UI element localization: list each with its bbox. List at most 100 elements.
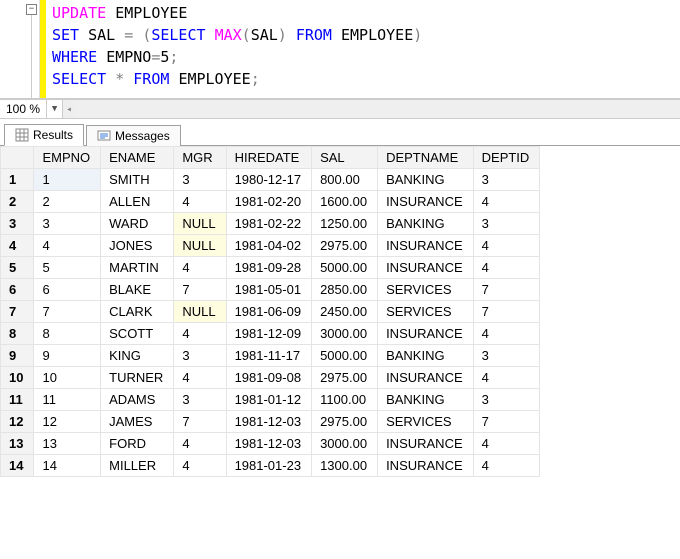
- code-area[interactable]: UPDATE EMPLOYEESET SAL = (SELECT MAX(SAL…: [46, 0, 428, 98]
- cell[interactable]: 5000.00: [312, 345, 378, 367]
- cell[interactable]: SERVICES: [378, 301, 474, 323]
- cell[interactable]: 2850.00: [312, 279, 378, 301]
- cell[interactable]: NULL: [174, 301, 226, 323]
- cell[interactable]: 7: [473, 279, 540, 301]
- cell[interactable]: BANKING: [378, 213, 474, 235]
- cell[interactable]: FORD: [101, 433, 174, 455]
- cell[interactable]: 1981-06-09: [226, 301, 312, 323]
- cell[interactable]: 4: [174, 455, 226, 477]
- cell[interactable]: KING: [101, 345, 174, 367]
- cell[interactable]: 4: [174, 367, 226, 389]
- cell[interactable]: 4: [473, 323, 540, 345]
- cell[interactable]: SMITH: [101, 169, 174, 191]
- row-header[interactable]: 11: [1, 389, 34, 411]
- cell[interactable]: JONES: [101, 235, 174, 257]
- cell[interactable]: 12: [34, 411, 101, 433]
- cell[interactable]: 1981-02-22: [226, 213, 312, 235]
- cell[interactable]: 1300.00: [312, 455, 378, 477]
- cell[interactable]: JAMES: [101, 411, 174, 433]
- cell[interactable]: 4: [174, 257, 226, 279]
- cell[interactable]: 1981-05-01: [226, 279, 312, 301]
- cell[interactable]: 3000.00: [312, 323, 378, 345]
- cell[interactable]: 1100.00: [312, 389, 378, 411]
- cell[interactable]: BANKING: [378, 169, 474, 191]
- cell[interactable]: 1981-12-03: [226, 411, 312, 433]
- cell[interactable]: NULL: [174, 235, 226, 257]
- cell[interactable]: 1981-09-08: [226, 367, 312, 389]
- cell[interactable]: 1981-11-17: [226, 345, 312, 367]
- cell[interactable]: TURNER: [101, 367, 174, 389]
- row-header[interactable]: 10: [1, 367, 34, 389]
- row-header[interactable]: 13: [1, 433, 34, 455]
- table-row[interactable]: 1414MILLER41981-01-231300.00INSURANCE4: [1, 455, 540, 477]
- table-row[interactable]: 11SMITH31980-12-17800.00BANKING3: [1, 169, 540, 191]
- fold-toggle-icon[interactable]: −: [26, 4, 37, 15]
- cell[interactable]: BANKING: [378, 345, 474, 367]
- row-header[interactable]: 8: [1, 323, 34, 345]
- row-header[interactable]: 3: [1, 213, 34, 235]
- table-row[interactable]: 22ALLEN41981-02-201600.00INSURANCE4: [1, 191, 540, 213]
- cell[interactable]: INSURANCE: [378, 191, 474, 213]
- table-row[interactable]: 33WARDNULL1981-02-221250.00BANKING3: [1, 213, 540, 235]
- cell[interactable]: 4: [473, 191, 540, 213]
- row-header[interactable]: 2: [1, 191, 34, 213]
- table-row[interactable]: 1111ADAMS31981-01-121100.00BANKING3: [1, 389, 540, 411]
- table-row[interactable]: 1212JAMES71981-12-032975.00SERVICES7: [1, 411, 540, 433]
- cell[interactable]: 7: [174, 411, 226, 433]
- cell[interactable]: 6: [34, 279, 101, 301]
- cell[interactable]: 2: [34, 191, 101, 213]
- column-header[interactable]: ENAME: [101, 147, 174, 169]
- cell[interactable]: ALLEN: [101, 191, 174, 213]
- cell[interactable]: SERVICES: [378, 279, 474, 301]
- cell[interactable]: 9: [34, 345, 101, 367]
- table-row[interactable]: 88SCOTT41981-12-093000.00INSURANCE4: [1, 323, 540, 345]
- cell[interactable]: 2975.00: [312, 367, 378, 389]
- table-row[interactable]: 1010TURNER41981-09-082975.00INSURANCE4: [1, 367, 540, 389]
- cell[interactable]: INSURANCE: [378, 367, 474, 389]
- column-header[interactable]: DEPTNAME: [378, 147, 474, 169]
- row-header[interactable]: 7: [1, 301, 34, 323]
- cell[interactable]: INSURANCE: [378, 323, 474, 345]
- cell[interactable]: INSURANCE: [378, 455, 474, 477]
- cell[interactable]: 1250.00: [312, 213, 378, 235]
- cell[interactable]: 10: [34, 367, 101, 389]
- sql-editor[interactable]: − UPDATE EMPLOYEESET SAL = (SELECT MAX(S…: [0, 0, 680, 99]
- cell[interactable]: 4: [473, 367, 540, 389]
- column-header[interactable]: EMPNO: [34, 147, 101, 169]
- cell[interactable]: 5: [34, 257, 101, 279]
- cell[interactable]: 3: [174, 345, 226, 367]
- tab-messages[interactable]: Messages: [86, 125, 181, 146]
- table-row[interactable]: 1313FORD41981-12-033000.00INSURANCE4: [1, 433, 540, 455]
- row-header[interactable]: 14: [1, 455, 34, 477]
- cell[interactable]: 1981-04-02: [226, 235, 312, 257]
- cell[interactable]: 4: [473, 433, 540, 455]
- cell[interactable]: 4: [473, 235, 540, 257]
- cell[interactable]: NULL: [174, 213, 226, 235]
- cell[interactable]: 1981-01-12: [226, 389, 312, 411]
- table-row[interactable]: 77CLARKNULL1981-06-092450.00SERVICES7: [1, 301, 540, 323]
- cell[interactable]: 7: [174, 279, 226, 301]
- column-header[interactable]: DEPTID: [473, 147, 540, 169]
- zoom-dropdown-icon[interactable]: ▼: [47, 100, 63, 118]
- cell[interactable]: 1981-12-03: [226, 433, 312, 455]
- cell[interactable]: 4: [34, 235, 101, 257]
- row-header[interactable]: 9: [1, 345, 34, 367]
- column-header[interactable]: MGR: [174, 147, 226, 169]
- cell[interactable]: 4: [174, 191, 226, 213]
- cell[interactable]: 7: [473, 301, 540, 323]
- cell[interactable]: 2975.00: [312, 235, 378, 257]
- cell[interactable]: 1980-12-17: [226, 169, 312, 191]
- cell[interactable]: 11: [34, 389, 101, 411]
- cell[interactable]: SERVICES: [378, 411, 474, 433]
- cell[interactable]: 1981-09-28: [226, 257, 312, 279]
- row-header[interactable]: 12: [1, 411, 34, 433]
- cell[interactable]: INSURANCE: [378, 257, 474, 279]
- tab-results[interactable]: Results: [4, 124, 84, 146]
- row-header[interactable]: 4: [1, 235, 34, 257]
- table-row[interactable]: 55MARTIN41981-09-285000.00INSURANCE4: [1, 257, 540, 279]
- cell[interactable]: 800.00: [312, 169, 378, 191]
- cell[interactable]: 3: [34, 213, 101, 235]
- row-header[interactable]: 1: [1, 169, 34, 191]
- cell[interactable]: CLARK: [101, 301, 174, 323]
- cell[interactable]: MARTIN: [101, 257, 174, 279]
